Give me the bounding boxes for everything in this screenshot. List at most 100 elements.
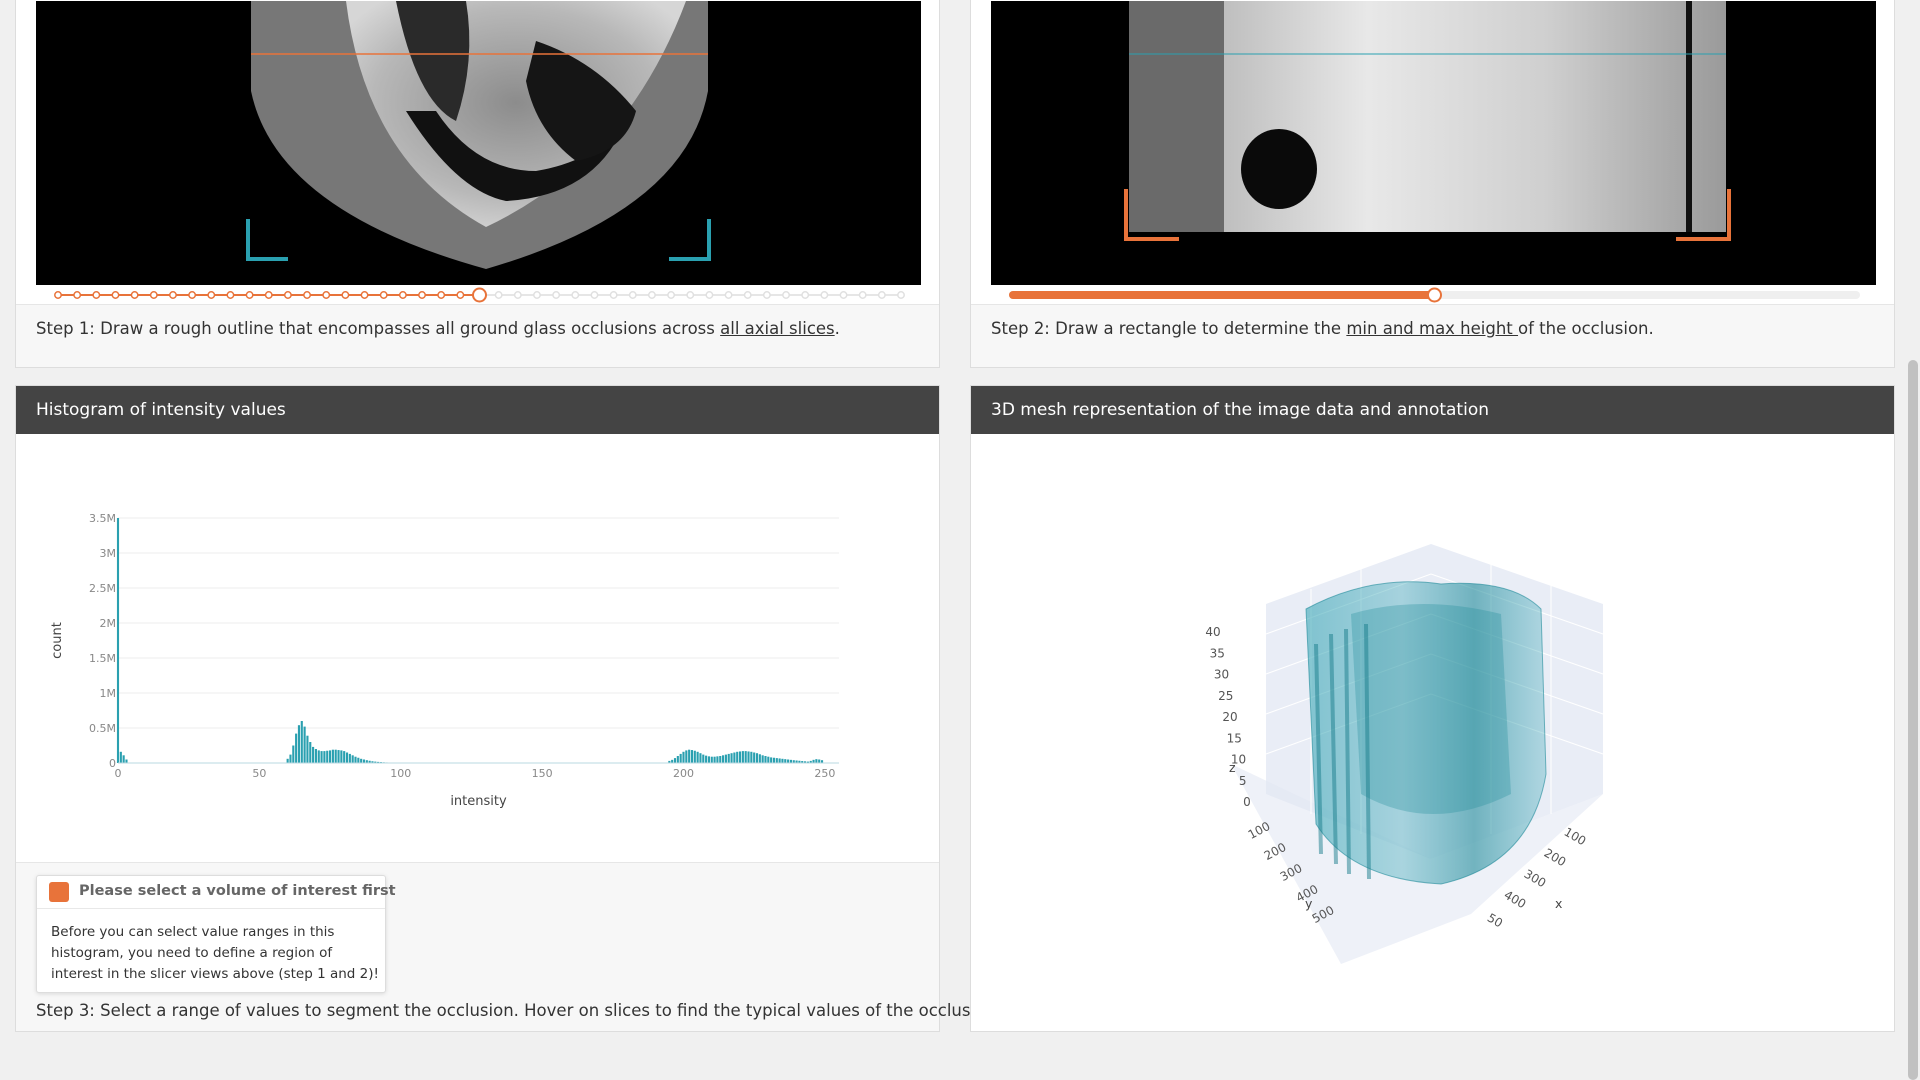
hist-bar[interactable] xyxy=(122,755,125,763)
axial-slider-dot[interactable] xyxy=(360,291,369,299)
hist-bar[interactable] xyxy=(354,756,357,763)
hist-bar[interactable] xyxy=(682,751,685,763)
axial-slider-dot[interactable] xyxy=(686,291,695,299)
axial-slider-dot[interactable] xyxy=(73,291,82,299)
hist-bar[interactable] xyxy=(702,754,705,763)
hist-bar[interactable] xyxy=(362,759,366,764)
axial-slider-dot[interactable] xyxy=(341,291,350,299)
all-axial-slices-link[interactable]: all axial slices xyxy=(720,319,835,338)
hist-bar[interactable] xyxy=(688,749,691,763)
axial-slider-dot[interactable] xyxy=(897,291,905,299)
hist-bar[interactable] xyxy=(744,751,747,763)
axial-slider-dot[interactable] xyxy=(303,291,312,299)
hist-bar[interactable] xyxy=(705,755,708,763)
axial-slider-dot[interactable] xyxy=(437,291,446,299)
hist-bar[interactable] xyxy=(770,757,773,763)
hist-bar[interactable] xyxy=(119,751,122,763)
hist-bar[interactable] xyxy=(286,758,289,763)
hist-bar[interactable] xyxy=(693,750,696,763)
axial-slider-dot[interactable] xyxy=(54,291,62,299)
hist-bar[interactable] xyxy=(722,755,725,763)
axial-slider-dot[interactable] xyxy=(513,291,522,299)
axial-slider-dot[interactable] xyxy=(245,291,254,299)
axial-slider-dot[interactable] xyxy=(762,291,771,299)
axial-slider-dot[interactable] xyxy=(667,291,676,299)
sagittal-slice-view[interactable] xyxy=(991,1,1876,285)
hist-bar[interactable] xyxy=(696,751,699,763)
hist-bar[interactable] xyxy=(713,756,716,763)
axial-slider-dot[interactable] xyxy=(130,291,139,299)
axial-slider-dot[interactable] xyxy=(379,291,388,299)
axial-slider-dot[interactable] xyxy=(609,291,618,299)
axial-slider-handle[interactable] xyxy=(472,287,487,303)
hist-bar[interactable] xyxy=(323,751,326,763)
hist-bar[interactable] xyxy=(300,721,303,763)
axial-slider-dot[interactable] xyxy=(149,291,158,299)
hist-bar[interactable] xyxy=(326,750,329,763)
hist-bar[interactable] xyxy=(818,759,821,764)
axial-slider-dot[interactable] xyxy=(169,291,177,299)
axial-slider-dot[interactable] xyxy=(226,291,235,299)
hist-bar[interactable] xyxy=(784,759,787,763)
hist-bar[interactable] xyxy=(334,749,337,763)
hist-bar[interactable] xyxy=(727,753,730,763)
hist-bar[interactable] xyxy=(125,759,128,764)
hist-bar[interactable] xyxy=(306,735,309,763)
hist-bar[interactable] xyxy=(716,756,719,763)
hist-bar[interactable] xyxy=(303,726,306,763)
axial-slider-dot[interactable] xyxy=(858,291,867,299)
axial-slider-dot[interactable] xyxy=(820,291,829,299)
hist-bar[interactable] xyxy=(750,751,753,763)
axial-slider-dot[interactable] xyxy=(743,291,752,299)
hist-bar[interactable] xyxy=(753,752,756,764)
hist-bar[interactable] xyxy=(767,756,770,763)
axial-slice-view[interactable] xyxy=(36,1,921,285)
axial-slider-dot[interactable] xyxy=(801,291,810,299)
axial-slider-dot[interactable] xyxy=(111,291,120,299)
hist-bar[interactable] xyxy=(312,746,315,763)
hist-bar[interactable] xyxy=(719,756,722,763)
hist-bar[interactable] xyxy=(815,759,818,763)
hist-bar[interactable] xyxy=(775,758,778,763)
hist-bar[interactable] xyxy=(297,725,301,763)
hist-bar[interactable] xyxy=(673,758,677,763)
hist-bar[interactable] xyxy=(337,750,340,763)
hist-bar[interactable] xyxy=(685,750,688,763)
hist-bar[interactable] xyxy=(724,754,727,763)
histogram-chart[interactable]: 00.5M1M1.5M2M2.5M3M3.5M0 50 100 150 200 250in… xyxy=(16,434,941,814)
axial-slider-dot[interactable] xyxy=(724,291,733,299)
hist-bar[interactable] xyxy=(295,733,298,763)
hist-bar[interactable] xyxy=(772,757,776,763)
hist-bar[interactable] xyxy=(710,756,713,763)
hist-bar[interactable] xyxy=(736,751,739,763)
axial-slider-dot[interactable] xyxy=(705,291,714,299)
hist-bar[interactable] xyxy=(764,756,767,763)
hist-bar[interactable] xyxy=(351,755,354,763)
hist-bar[interactable] xyxy=(357,757,360,763)
hist-bar[interactable] xyxy=(292,745,295,764)
axial-slider-dot[interactable] xyxy=(552,291,561,299)
hist-bar[interactable] xyxy=(781,758,784,763)
hist-bar[interactable] xyxy=(345,752,349,764)
axial-slider-dot[interactable] xyxy=(533,291,541,299)
axial-slider-dot[interactable] xyxy=(92,291,101,299)
axial-slider-dot[interactable] xyxy=(628,291,637,299)
min-max-height-link[interactable]: min and max height xyxy=(1346,319,1518,338)
axial-slider-dot[interactable] xyxy=(647,291,656,299)
hist-bar[interactable] xyxy=(733,752,736,764)
axial-slider-dot[interactable] xyxy=(207,291,216,299)
axial-slider-dot[interactable] xyxy=(590,291,599,299)
hist-bar[interactable] xyxy=(116,518,120,763)
axial-slider-dot[interactable] xyxy=(571,291,580,299)
hist-bar[interactable] xyxy=(340,750,343,763)
axial-slider-dot[interactable] xyxy=(456,291,465,299)
hist-bar[interactable] xyxy=(343,751,346,763)
axial-slider-dot[interactable] xyxy=(264,291,273,299)
hist-bar[interactable] xyxy=(738,751,742,763)
page-scrollbar[interactable] xyxy=(1906,0,1920,1080)
hist-bar[interactable] xyxy=(787,759,790,764)
hist-bar[interactable] xyxy=(331,749,334,763)
axial-slider-dot[interactable] xyxy=(494,291,503,299)
hist-bar[interactable] xyxy=(699,753,702,763)
hist-bar[interactable] xyxy=(758,754,761,763)
